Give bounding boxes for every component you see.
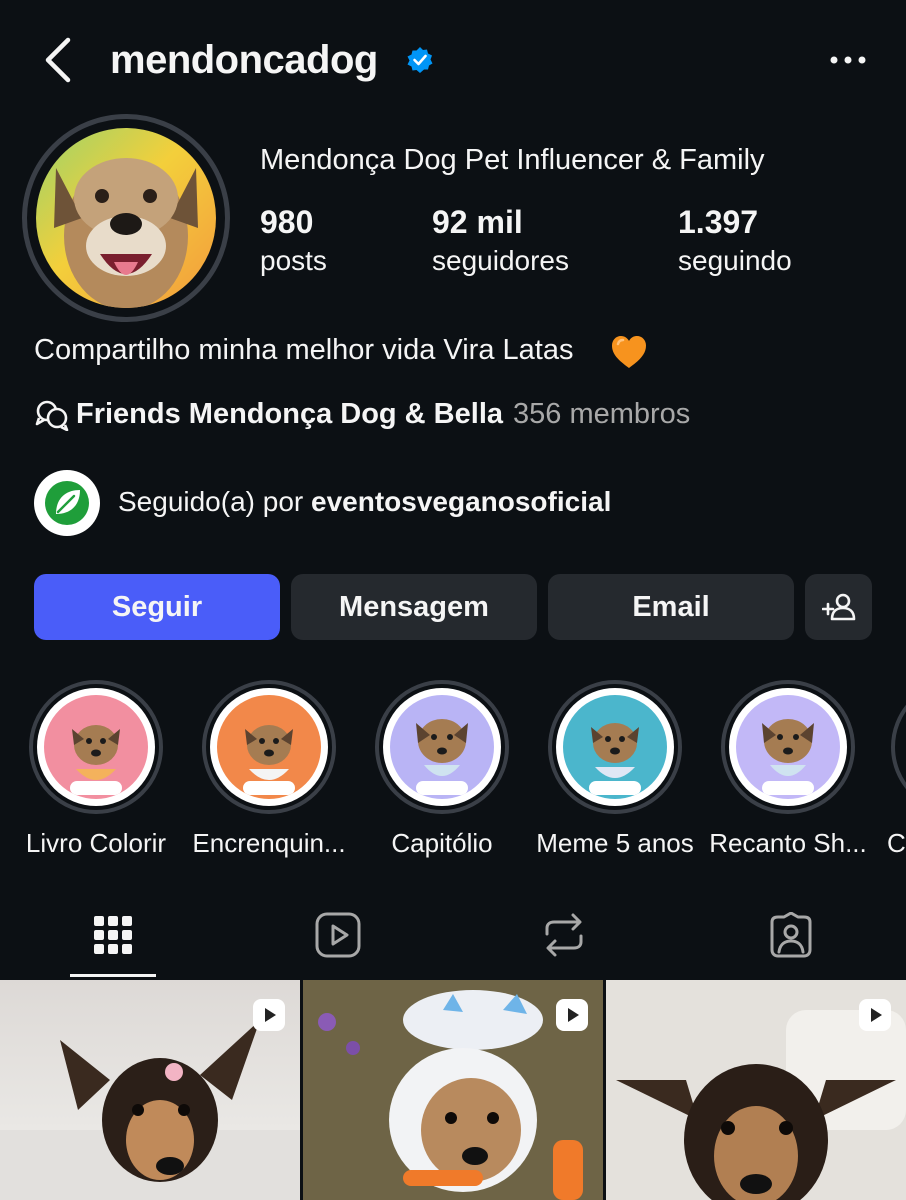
dog-avatar-image [54, 158, 198, 308]
post-thumbnail[interactable] [0, 980, 300, 1200]
highlight-ring [29, 680, 163, 814]
channel-name: Friends Mendonça Dog & Bella [76, 398, 503, 430]
highlight-ring [202, 680, 336, 814]
suggested-users-button[interactable] [805, 574, 872, 640]
followed-by-prefix: Seguido(a) por [118, 486, 312, 517]
highlight-label: Recanto Sh... [709, 828, 867, 858]
highlight-label: Capitólio [391, 828, 493, 858]
email-button[interactable]: Email [548, 574, 794, 640]
reposts-icon [545, 913, 583, 957]
following-count[interactable]: 1.397 seguindo [678, 204, 792, 277]
tagged-icon [770, 912, 812, 958]
channel-members: 356 membros [513, 398, 691, 430]
profile-avatar[interactable] [22, 114, 230, 322]
username: mendoncadog [110, 38, 378, 82]
followers-count[interactable]: 92 mil seguidores [432, 204, 569, 277]
stat-value: 92 mil [432, 204, 523, 240]
highlight-label: Encrenquin... [192, 828, 346, 858]
stat-label: seguidores [432, 245, 569, 276]
stat-value: 980 [260, 204, 314, 240]
chevron-left-icon[interactable] [38, 36, 78, 84]
active-tab-indicator [70, 974, 156, 977]
reel-indicator-icon [556, 999, 588, 1031]
add-person-icon [821, 593, 855, 621]
stat-label: posts [260, 245, 327, 276]
tab-posts[interactable] [71, 900, 155, 970]
reel-indicator-icon [253, 999, 285, 1031]
stat-label: seguindo [678, 245, 792, 276]
reels-icon [315, 912, 361, 958]
more-horizontal-icon[interactable] [826, 46, 870, 74]
display-name: Mendonça Dog Pet Influencer & Family [260, 144, 765, 176]
tab-reposts[interactable] [522, 900, 606, 970]
message-button[interactable]: Mensagem [291, 574, 537, 640]
followed-by-text[interactable]: Seguido(a) por eventosveganosoficial [118, 486, 611, 518]
chat-bubbles-icon [35, 400, 69, 431]
tab-reels[interactable] [296, 900, 380, 970]
highlight-label: C [887, 828, 906, 858]
highlight-cover [556, 688, 674, 806]
post-thumbnail[interactable] [303, 980, 603, 1200]
highlight-item[interactable]: Capitólio [362, 680, 522, 859]
reel-indicator-icon [859, 999, 891, 1031]
leaf-icon [45, 481, 89, 525]
dog-cartoon-icon [390, 695, 494, 799]
highlight-ring [891, 680, 906, 814]
dog-cartoon-icon [736, 695, 840, 799]
highlight-cover [37, 688, 155, 806]
highlight-item[interactable]: Recanto Sh... [708, 680, 868, 859]
dog-cartoon-icon [563, 695, 667, 799]
highlight-ring [548, 680, 682, 814]
highlight-item[interactable]: Livro Colorir [16, 680, 176, 859]
highlight-cover [210, 688, 328, 806]
follower-avatar[interactable] [34, 470, 100, 536]
followed-by-account: eventosveganosoficial [311, 486, 612, 517]
post-thumbnail[interactable] [606, 980, 906, 1200]
highlight-item[interactable]: Meme 5 anos [535, 680, 695, 859]
grid-icon [94, 916, 132, 954]
dog-cartoon-icon [44, 695, 148, 799]
bio-text: Compartilho minha melhor vida Vira Latas [34, 334, 574, 366]
broadcast-channel-link[interactable]: Friends Mendonça Dog & Bella 356 membros [34, 398, 690, 431]
dog-cartoon-icon [217, 695, 321, 799]
highlight-cover [729, 688, 847, 806]
verified-badge-icon [407, 47, 433, 73]
orange-heart-icon [612, 336, 646, 368]
avatar [36, 128, 216, 308]
posts-count[interactable]: 980 posts [260, 204, 327, 277]
highlight-item[interactable]: Encrenquin... [189, 680, 349, 859]
highlight-ring [721, 680, 855, 814]
highlight-ring [375, 680, 509, 814]
tab-tagged[interactable] [749, 900, 833, 970]
highlight-label: Meme 5 anos [536, 828, 694, 858]
stat-value: 1.397 [678, 204, 759, 240]
top-bar: mendoncadog [0, 0, 906, 120]
highlight-label: Livro Colorir [25, 828, 167, 858]
follow-button[interactable]: Seguir [34, 574, 280, 640]
highlight-item[interactable]: C [881, 680, 906, 859]
highlight-cover [383, 688, 501, 806]
